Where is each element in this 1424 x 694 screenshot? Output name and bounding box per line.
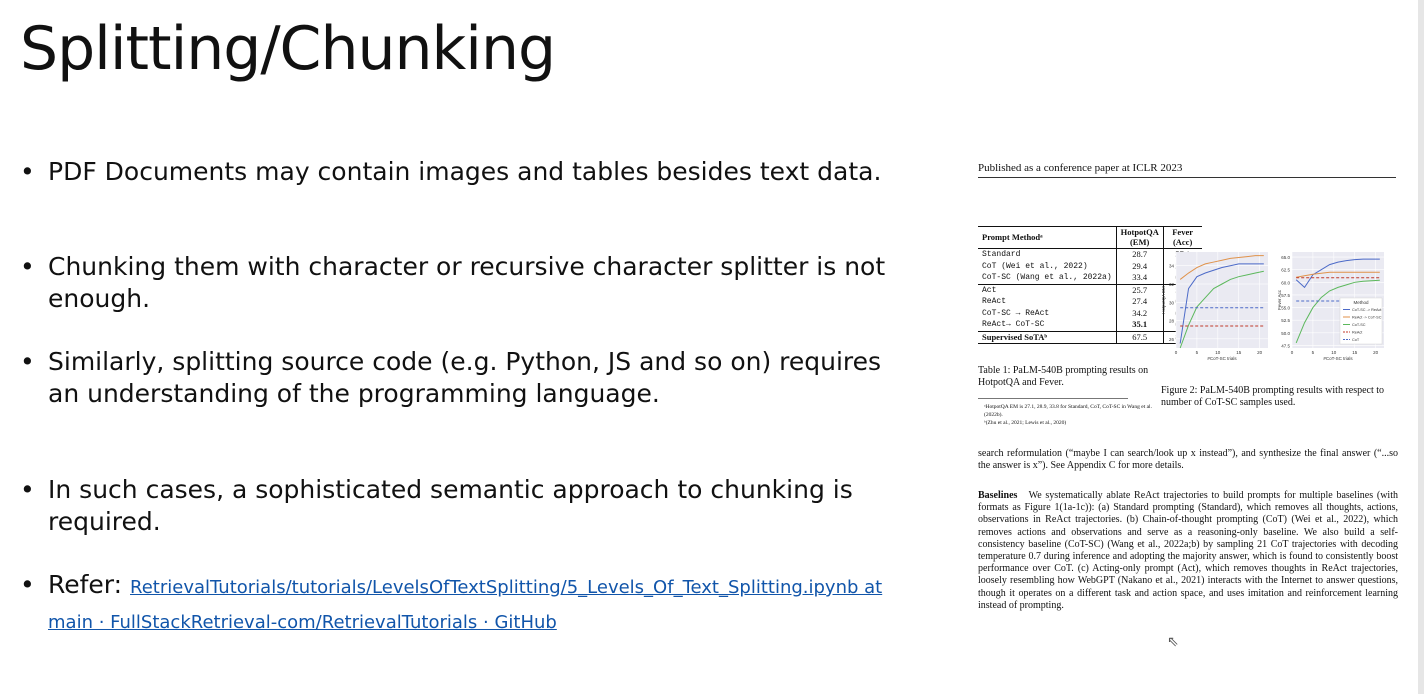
table-cell: 28.7 [1115,248,1164,261]
table-cell: ReAct→ CoT-SC [982,320,1045,329]
paper-header: Published as a conference paper at ICLR … [978,162,1183,174]
x-tick-label: 5 [1196,350,1199,355]
x-tick-label: 0 [1175,350,1178,355]
paragraph-lead: Baselines [978,490,1018,501]
footnote-a: ᵃHotpotQA EM is 27.1, 28.9, 33.8 for Sta… [984,404,1152,418]
table-cell: CoT-SC (Wang et al., 2022a) [982,273,1112,282]
table-cell: 34.2 [1115,307,1164,319]
paper-paragraph: Baselines We systematically ablate ReAct… [978,490,1398,612]
bullet-text: Similarly, splitting source code (e.g. P… [48,347,882,408]
y-tick-label: 57.5 [1281,293,1290,298]
y-tick-label: 62.5 [1281,268,1290,273]
table-cell: 35.1 [1115,319,1164,331]
y-tick-label: 65.0 [1281,255,1290,260]
paragraph-text: We systematically ablate ReAct trajector… [978,490,1398,611]
bullet-icon: • [20,252,35,281]
bullet-icon: • [20,347,35,376]
table-caption: Table 1: PaLM-540B prompting results on … [978,365,1149,388]
x-tick-label: 10 [1331,350,1337,355]
y-axis-label: Fever Acc [1277,289,1282,310]
table-cell: CoT (Wei et al., 2022) [982,261,1088,271]
x-tick-label: 20 [1257,350,1263,355]
legend-entry: CoT-SC [1352,323,1366,327]
x-axis-label: #CoT-SC trials [1323,356,1353,361]
legend-entry: CoT [1352,338,1360,342]
x-tick-label: 15 [1352,350,1358,355]
x-axis-label: #CoT-SC trials [1207,356,1237,361]
table-cell: CoT-SC → ReAct [982,308,1050,318]
paper-paragraph: search reformulation (“maybe I can searc… [978,448,1398,471]
legend-entry: CoT-SC -> ReAct [1352,308,1382,312]
y-tick-label: 55.0 [1281,306,1290,311]
slide-title: Splitting/Chunking [20,14,556,84]
refer-link[interactable]: RetrievalTutorials/tutorials/LevelsOfTex… [48,577,882,633]
y-tick-label: 26 [1169,337,1175,342]
plot-area [1176,252,1268,348]
y-tick-label: 47.5 [1281,343,1290,348]
bullet-text: PDF Documents may contain images and tab… [48,157,882,186]
mouse-cursor-icon: ⇖ [1167,633,1179,649]
slide: Splitting/Chunking • PDF Documents may c… [0,0,1424,694]
footnotes: ᵃHotpotQA EM is 27.1, 28.9, 33.8 for Sta… [984,403,1164,427]
y-tick-label: 52.5 [1281,318,1290,323]
table-cell: 67.5 [1115,331,1164,344]
table-cell: 25.7 [1115,284,1164,296]
x-tick-label: 0 [1291,350,1294,355]
table-cell: Supervised SoTAᵇ [982,331,1048,342]
y-axis-label: HotpotQA EM [1162,286,1166,314]
table-cell: Act [982,285,997,295]
table-cell: Standard [982,250,1021,259]
refer-label: Refer: [48,570,123,599]
table-cell: ReAct [982,297,1007,306]
figure-2-charts: 26 28 30 32 34 0 5 10 15 20 #CoT-SC trials HotpotQA… [1162,252,1384,361]
y-tick-label: 34 [1169,264,1175,269]
y-tick-label: 50.0 [1281,331,1290,336]
legend-title: Method [1353,300,1369,305]
y-tick-label: 60.0 [1281,280,1290,285]
table-header: HotpotQA (EM) [1115,226,1164,249]
footnote-rule [978,398,1128,399]
table-cell: 33.4 [1115,272,1164,284]
window-edge [1418,0,1424,694]
bullet-icon: • [20,570,35,599]
table-header: Prompt Methodᵃ [982,231,1043,242]
y-tick-label: 30 [1169,300,1175,305]
table-cell: 29.4 [1115,260,1164,272]
table-cell: 27.4 [1115,296,1164,308]
table-header: Fever (Acc) [1162,226,1202,249]
bullet-text: Refer: RetrievalTutorials/tutorials/Leve… [48,569,928,639]
x-tick-label: 5 [1312,350,1315,355]
x-tick-label: 10 [1215,350,1221,355]
header-rule [978,177,1396,178]
bullet-text: Chunking them with character or recursiv… [48,252,886,313]
legend-entry: ReAct [1352,331,1363,335]
bullet-text: In such cases, a sophisticated semantic … [48,475,853,536]
y-tick-label: 32 [1169,282,1175,287]
x-tick-label: 15 [1236,350,1242,355]
x-tick-label: 20 [1373,350,1379,355]
y-tick-label: 28 [1169,319,1175,324]
figure-caption: Figure 2: PaLM-540B prompting results wi… [1161,385,1385,408]
footnote-b: ᵇ(Zhu et al., 2021; Lewis et al., 2020) [984,420,1067,426]
bullet-icon: • [20,475,35,504]
bullet-icon: • [20,157,35,186]
legend-entry: ReAct -> CoT-SC [1352,316,1382,320]
